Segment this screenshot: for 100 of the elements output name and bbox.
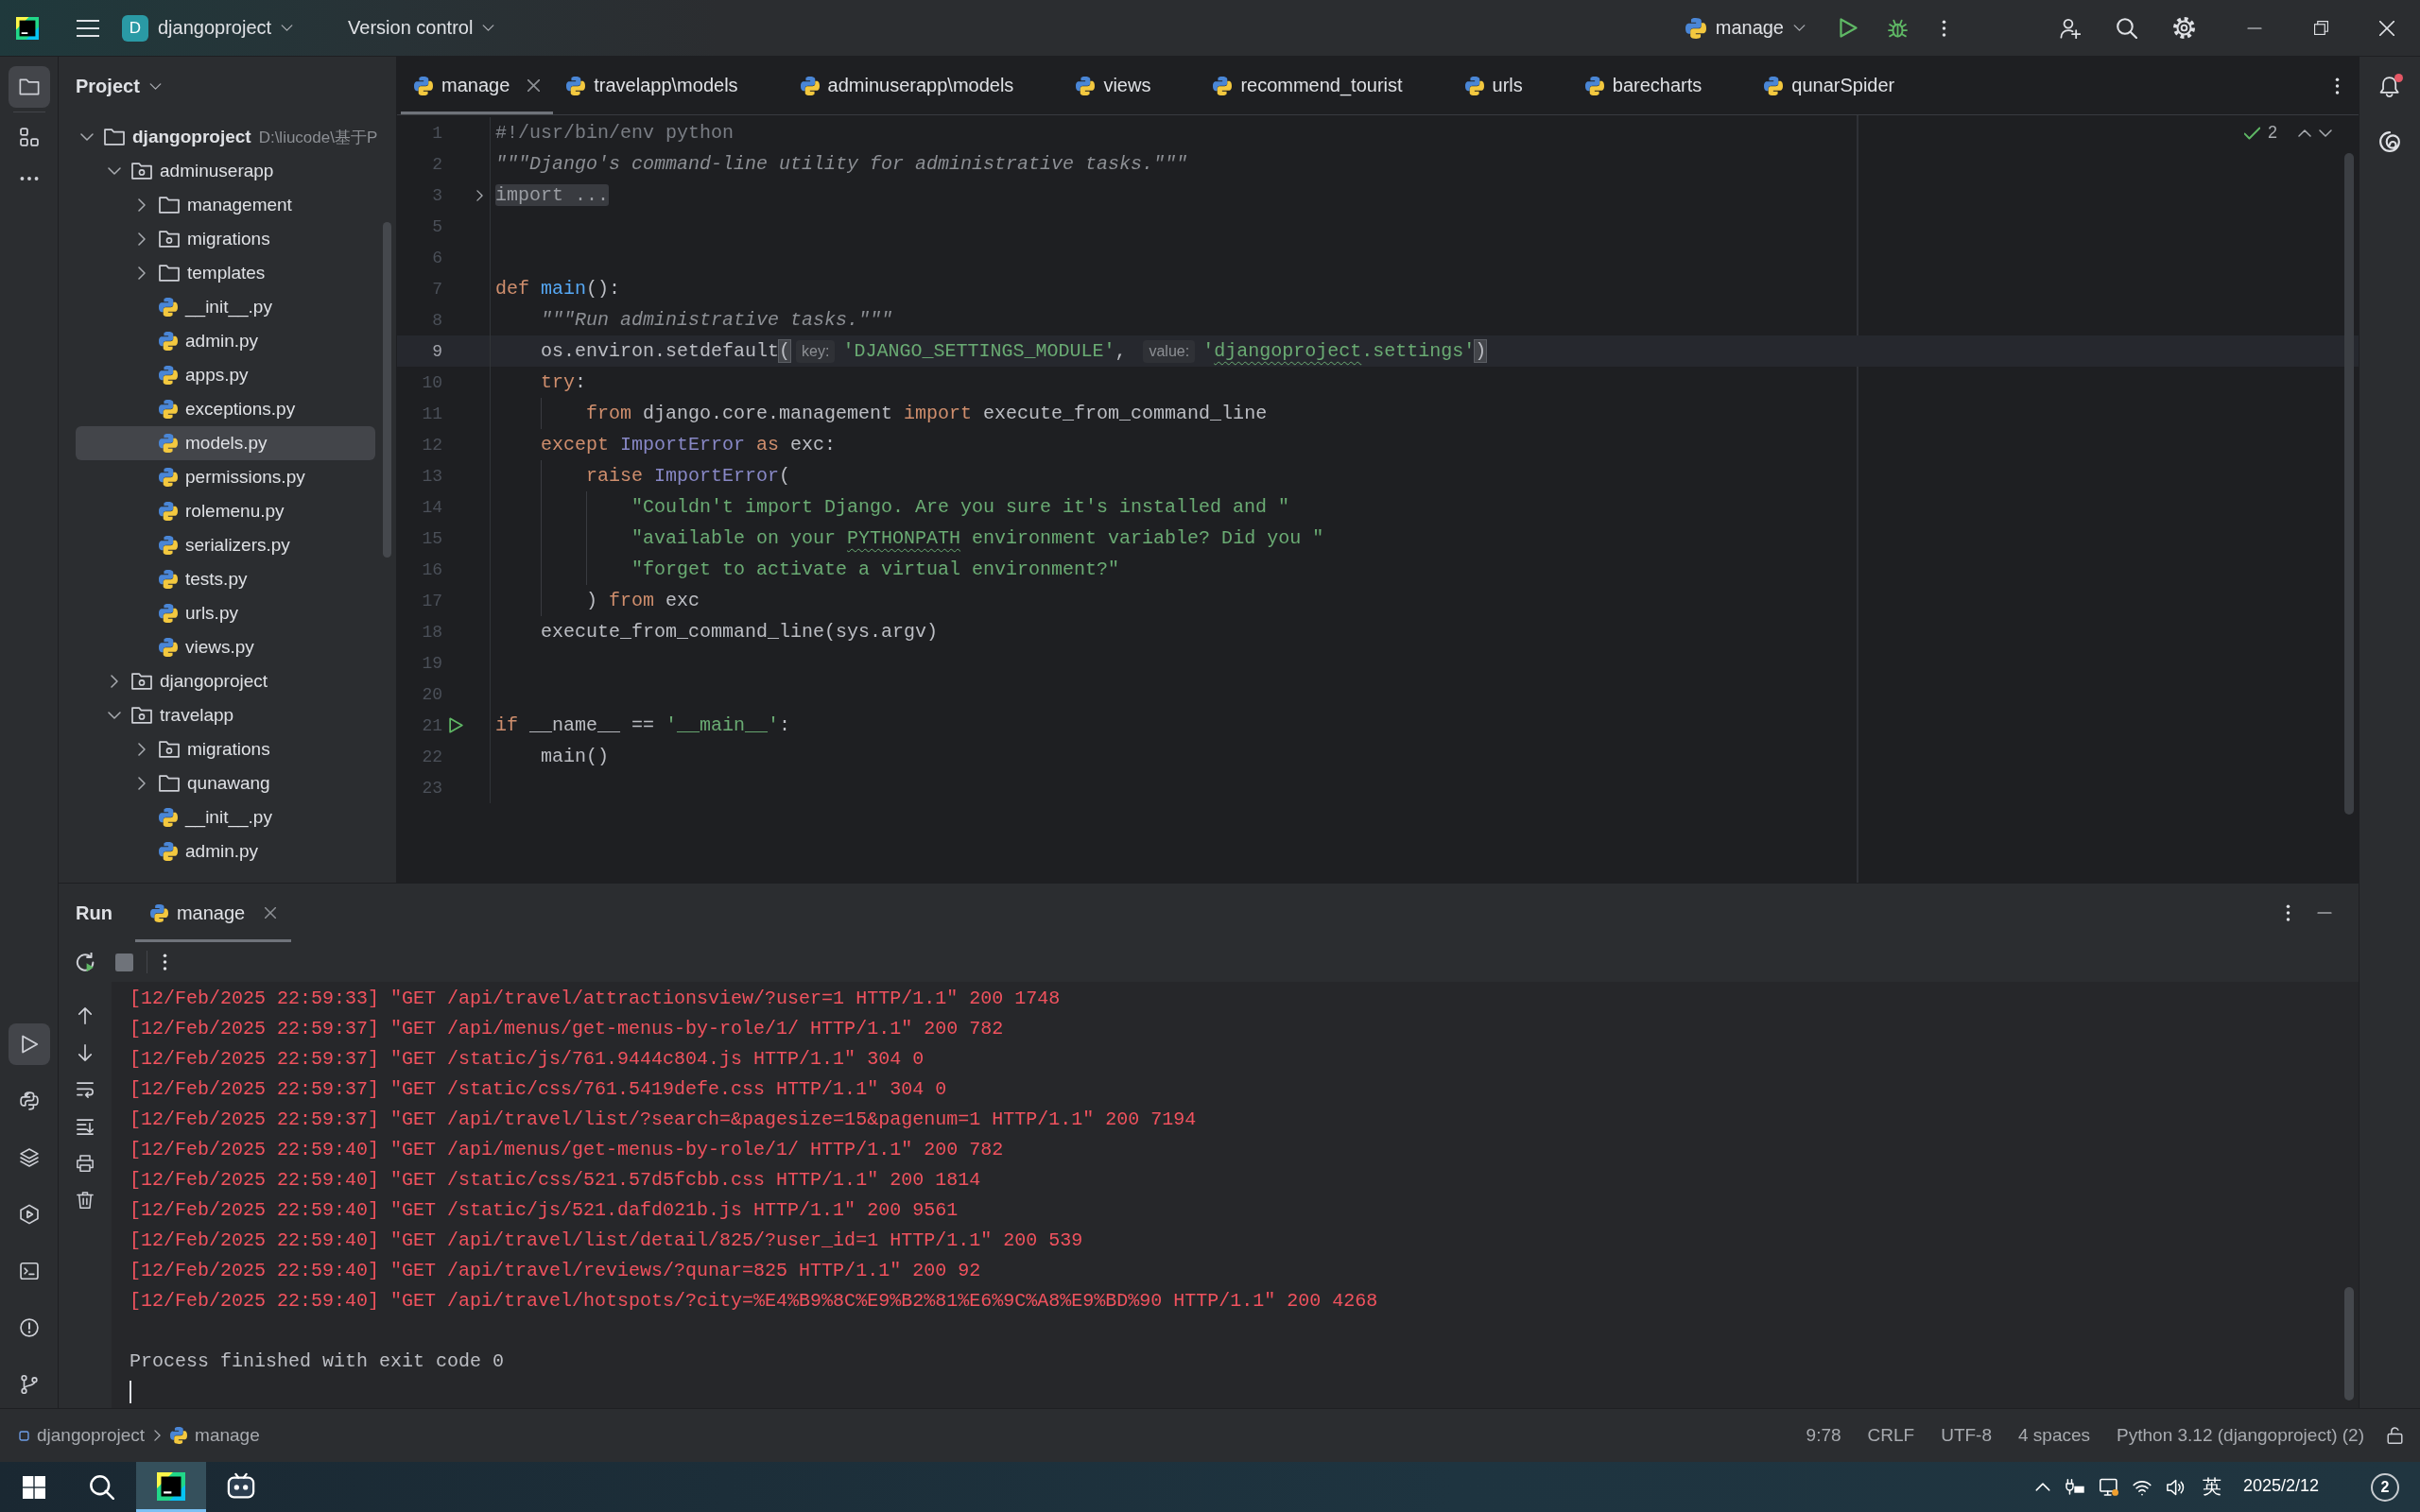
chevron-right-icon[interactable] [111, 675, 118, 688]
tree-item[interactable]: admin.py [76, 324, 375, 358]
editor-tab[interactable]: travelapp\models [553, 57, 787, 114]
tree-item[interactable]: travelapp [76, 698, 375, 732]
project-selector[interactable]: D djangoproject [122, 9, 294, 47]
editor-tab[interactable]: manage [401, 57, 554, 114]
tree-item[interactable]: serializers.py [76, 528, 375, 562]
status-item[interactable]: CRLF [1867, 1425, 1915, 1446]
inspection-count[interactable]: 2 [2268, 123, 2277, 143]
hexagon-play-icon[interactable] [18, 1204, 40, 1225]
tree-item[interactable]: rolemenu.py [76, 494, 375, 528]
editor-tab[interactable]: qunarSpider [1751, 57, 1945, 114]
tree-item[interactable]: __init__.py [76, 800, 375, 834]
chevron-right-icon[interactable] [138, 198, 146, 212]
tree-item[interactable]: djangoproject [76, 664, 375, 698]
vcs-menu[interactable]: Version control [348, 17, 495, 39]
chevron-up-icon[interactable] [2298, 129, 2311, 137]
tree-item[interactable]: views.py [76, 630, 375, 664]
scroll-to-end-icon[interactable] [76, 1117, 95, 1136]
tree-item[interactable]: management [76, 188, 375, 222]
status-item[interactable]: 9:78 [1806, 1425, 1841, 1446]
status-item[interactable]: UTF-8 [1941, 1425, 1992, 1446]
monitor-icon[interactable] [2099, 1477, 2118, 1497]
tree-item[interactable]: qunawang [76, 766, 375, 800]
trash-icon[interactable] [76, 1191, 95, 1210]
more-icon[interactable] [2286, 903, 2290, 922]
folder-icon[interactable] [8, 66, 50, 108]
play-icon[interactable] [1840, 18, 1858, 38]
tree-item[interactable]: admin.py [76, 834, 375, 868]
tree-item[interactable]: permissions.py [76, 460, 375, 494]
bell-icon[interactable] [2379, 77, 2400, 97]
add-user-icon[interactable] [2060, 17, 2081, 39]
logo-icon[interactable] [16, 16, 39, 40]
play-icon[interactable] [448, 717, 463, 733]
arrow-down-icon[interactable] [76, 1043, 95, 1062]
more-icon[interactable] [1942, 18, 1946, 38]
shapes-icon[interactable] [18, 127, 40, 147]
scrollbar[interactable] [2344, 1287, 2354, 1400]
lock-icon[interactable] [2387, 1427, 2403, 1444]
chevron-down-icon[interactable] [2319, 129, 2332, 137]
editor-tab[interactable]: adminuserapp\models [786, 57, 1063, 114]
play-icon[interactable] [8, 1023, 50, 1065]
tree-item[interactable]: adminuserapp [76, 154, 375, 188]
tree-item[interactable]: migrations [76, 732, 375, 766]
python-outline-icon[interactable] [18, 1091, 40, 1111]
editor-tab[interactable]: views [1063, 57, 1201, 114]
taskbar-app-icon[interactable] [136, 1462, 206, 1512]
tree-item[interactable]: __init__.py [76, 290, 375, 324]
more-icon[interactable] [163, 953, 167, 971]
branch-icon[interactable] [18, 1374, 40, 1395]
chevron-right-icon[interactable] [138, 232, 146, 246]
tree-item[interactable]: templates [76, 256, 375, 290]
print-icon[interactable] [76, 1154, 95, 1173]
terminal-icon[interactable] [18, 1261, 40, 1281]
breadcrumb[interactable]: djangoproject [19, 1425, 146, 1446]
menu-icon[interactable] [77, 18, 99, 38]
project-view-selector[interactable]: Project [76, 75, 162, 97]
close-icon[interactable] [265, 907, 277, 919]
rerun-icon[interactable] [76, 952, 95, 972]
status-item[interactable]: Python 3.12 (djangoproject) (2) [2117, 1425, 2364, 1446]
status-item[interactable]: 4 spaces [2018, 1425, 2091, 1446]
tree-item[interactable]: models.py [76, 426, 375, 460]
tree-item[interactable]: exceptions.py [76, 392, 375, 426]
chevron-down-icon[interactable] [108, 712, 121, 719]
speaker-icon[interactable] [2165, 1477, 2185, 1497]
more-icon[interactable] [2335, 77, 2340, 95]
layers-icon[interactable] [18, 1147, 40, 1168]
chevron-right-icon[interactable] [138, 777, 146, 790]
run-tab[interactable]: manage [134, 884, 292, 942]
chevron-right-icon[interactable] [138, 743, 146, 756]
search-icon[interactable] [90, 1474, 114, 1500]
editor-tab[interactable]: recommend_tourist [1200, 57, 1452, 114]
tree-item[interactable]: djangoproject D:\liucode\基于P [76, 120, 375, 154]
chevron-right-icon[interactable] [138, 266, 146, 280]
minimize-icon[interactable] [2247, 26, 2262, 29]
spiral-icon[interactable] [2379, 131, 2400, 152]
chevron-down-icon[interactable] [108, 167, 121, 175]
date-label[interactable]: 2025/2/12 [2242, 1475, 2319, 1496]
alert-circle-icon[interactable] [18, 1317, 40, 1338]
scrollbar[interactable] [2344, 153, 2354, 815]
tree-item[interactable]: urls.py [76, 596, 375, 630]
input-method[interactable]: 英 [2202, 1474, 2221, 1500]
tree-item[interactable]: tests.py [76, 562, 375, 596]
breadcrumb[interactable]: manage [170, 1425, 260, 1446]
tree-item[interactable]: apps.py [76, 358, 375, 392]
soft-wrap-icon[interactable] [76, 1080, 95, 1099]
scrollbar[interactable] [383, 222, 391, 558]
tree-item[interactable]: migrations [76, 222, 375, 256]
bug-icon[interactable] [1888, 18, 1908, 38]
settings-icon[interactable] [2173, 17, 2195, 39]
taskbar-app-icon[interactable] [227, 1472, 255, 1501]
restore-icon[interactable] [2313, 21, 2328, 35]
arrow-up-icon[interactable] [76, 1006, 95, 1025]
editor-tab[interactable]: barecharts [1571, 57, 1752, 114]
editor-tab[interactable]: urls [1451, 57, 1572, 114]
search-icon[interactable] [2117, 17, 2137, 39]
chevron-down-icon[interactable] [80, 133, 94, 141]
start-menu-icon[interactable] [23, 1475, 45, 1499]
chevron-right-icon[interactable] [475, 189, 483, 201]
notification-button[interactable]: 2 [2371, 1472, 2399, 1502]
